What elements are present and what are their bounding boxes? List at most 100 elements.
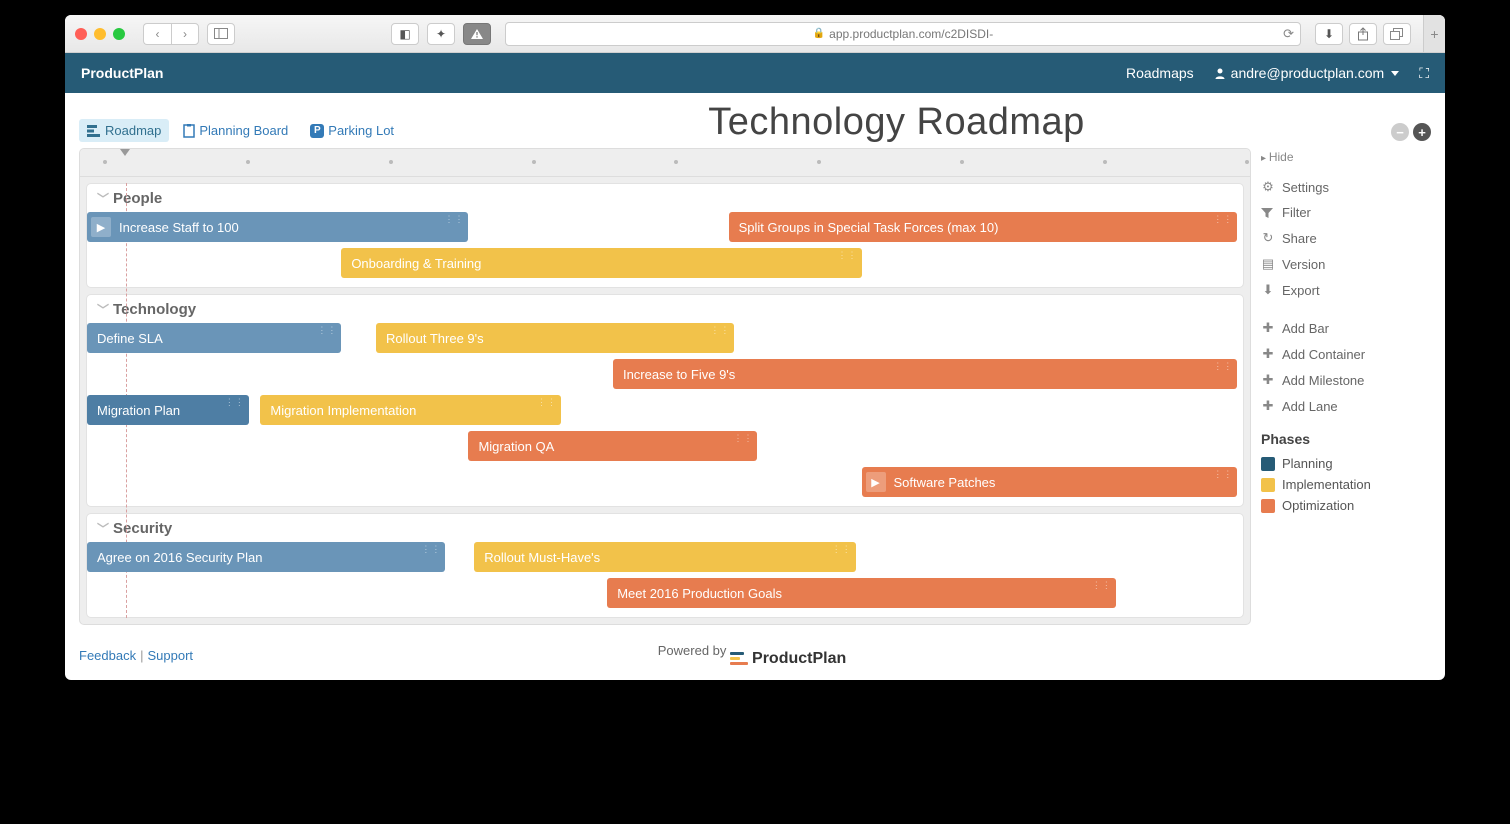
lane: ﹀Security Agree on 2016 Security Plan⋮⋮ Ro… [86,513,1244,618]
roadmap-bar[interactable]: Increase to Five 9's⋮⋮ [613,359,1237,389]
zoom-out-button[interactable]: − [1391,123,1409,141]
roadmap-bar[interactable]: Migration Plan ⋮⋮ [87,395,249,425]
logo-bars-icon [730,652,748,665]
toolbar-warning-button[interactable] [463,23,491,45]
drag-grip-icon[interactable]: ⋮⋮ [1213,469,1233,480]
panel-add-milestone[interactable]: ✚Add Milestone [1261,367,1431,393]
roadmap-bar[interactable]: Onboarding & Training⋮⋮ [341,248,861,278]
close-window-icon[interactable] [75,28,87,40]
panel-filter[interactable]: Filter [1261,200,1431,225]
panel-export[interactable]: ⬇Export [1261,277,1431,303]
tab-parking-lot[interactable]: P Parking Lot [302,119,402,142]
roadmap-bar[interactable]: Migration QA⋮⋮ [468,431,757,461]
user-menu[interactable]: andre@productplan.com [1214,65,1400,81]
share-button[interactable] [1349,23,1377,45]
new-tab-button[interactable]: + [1423,15,1445,52]
lane-header[interactable]: ﹀Security [87,514,1243,539]
productplan-logo[interactable]: ProductPlan [730,650,846,668]
drag-grip-icon[interactable]: ⋮⋮ [1092,580,1112,591]
user-email: andre@productplan.com [1231,65,1385,81]
bar-label: Split Groups in Special Task Forces (max… [739,220,999,235]
minimize-window-icon[interactable] [94,28,106,40]
timeline-ticks [80,149,1250,177]
back-button[interactable]: ‹ [143,23,171,45]
phases-heading: Phases [1261,431,1431,447]
panel-add-bar[interactable]: ✚Add Bar [1261,315,1431,341]
roadmap-bar[interactable]: Rollout Three 9's ⋮⋮ [376,323,734,353]
forward-button[interactable]: › [171,23,199,45]
content: Roadmap Planning Board P Parking Lot Tec… [65,93,1445,635]
roadmap-bar[interactable]: Agree on 2016 Security Plan⋮⋮ [87,542,445,572]
board-icon [183,124,195,138]
traffic-lights [75,28,125,40]
bar-label: Migration Implementation [270,403,416,418]
sidebar-toggle-button[interactable] [207,23,235,45]
side-panel: Hide ⚙Settings Filter ↻Share ▤Version ⬇E… [1261,148,1431,625]
roadmap-bar[interactable]: ▶Increase Staff to 100⋮⋮ [87,212,468,242]
lane-row: Define SLA⋮⋮ Rollout Three 9's ⋮⋮ [87,322,1243,356]
panel-add-lane[interactable]: ✚Add Lane [1261,393,1431,419]
tabs-button[interactable] [1383,23,1411,45]
legend-planning[interactable]: Planning [1261,453,1431,474]
drag-grip-icon[interactable]: ⋮⋮ [317,325,337,336]
roadmap-bar[interactable]: Meet 2016 Production Goals⋮⋮ [607,578,1116,608]
tab-roadmap[interactable]: Roadmap [79,119,169,142]
roadmap-bar[interactable]: Rollout Must-Have's⋮⋮ [474,542,855,572]
roadmap-bar[interactable]: Define SLA⋮⋮ [87,323,341,353]
panel-version[interactable]: ▤Version [1261,251,1431,277]
powered-by-label: Powered by [658,643,727,658]
drag-grip-icon[interactable]: ⋮⋮ [838,250,858,261]
brand[interactable]: ProductPlan [81,65,163,81]
roadmap-bar[interactable]: Split Groups in Special Task Forces (max… [729,212,1238,242]
roadmap-bar[interactable]: ▶Software Patches⋮⋮ [862,467,1238,497]
footer: Feedback | Support Powered by ProductPla… [65,635,1445,680]
tab-planning-board[interactable]: Planning Board [175,119,296,142]
page-title: Technology Roadmap [402,101,1391,144]
fullscreen-button[interactable]: ⛶ [1419,65,1429,82]
drag-grip-icon[interactable]: ⋮⋮ [444,214,464,225]
chevron-down-icon: ﹀ [97,301,109,318]
maximize-window-icon[interactable] [113,28,125,40]
drag-grip-icon[interactable]: ⋮⋮ [1213,361,1233,372]
lane-title: Security [113,520,172,537]
swatch-implementation [1261,478,1275,492]
panel-share[interactable]: ↻Share [1261,225,1431,251]
hide-panel-button[interactable]: Hide [1261,150,1431,164]
roadmap-bar[interactable]: Migration Implementation ⋮⋮ [260,395,561,425]
drag-grip-icon[interactable]: ⋮⋮ [537,397,557,408]
lane: ﹀Technology Define SLA⋮⋮ Rollout Three 9's… [86,294,1244,507]
swatch-optimization [1261,499,1275,513]
toolbar-button-2[interactable]: ✦ [427,23,455,45]
plus-icon: ✚ [1261,320,1275,336]
lane-header[interactable]: ﹀Technology [87,295,1243,320]
filter-icon [1261,207,1275,219]
toolbar-button-1[interactable]: ◧ [391,23,419,45]
lane-row: Meet 2016 Production Goals⋮⋮ [87,577,1243,611]
drag-grip-icon[interactable]: ⋮⋮ [421,544,441,555]
legend-optimization[interactable]: Optimization [1261,495,1431,516]
zoom-in-button[interactable]: + [1413,123,1431,141]
drag-grip-icon[interactable]: ⋮⋮ [710,325,730,336]
legend-implementation[interactable]: Implementation [1261,474,1431,495]
drag-grip-icon[interactable]: ⋮⋮ [1213,214,1233,225]
drag-grip-icon[interactable]: ⋮⋮ [733,433,753,444]
url-bar[interactable]: 🔒 app.productplan.com/c2DISDI- ⟳ [505,22,1301,46]
lane-title: People [113,190,162,207]
drag-grip-icon[interactable]: ⋮⋮ [832,544,852,555]
lane-header[interactable]: ﹀People [87,184,1243,209]
reload-icon[interactable]: ⟳ [1283,26,1294,42]
browser-window: ‹ › ◧ ✦ 🔒 app.productplan.com/c2DISDI- ⟳… [65,15,1445,680]
bar-label: Rollout Three 9's [386,331,484,346]
swatch-planning [1261,457,1275,471]
footer-feedback[interactable]: Feedback [79,648,136,663]
nav-roadmaps[interactable]: Roadmaps [1126,65,1194,81]
user-icon [1214,67,1226,79]
expand-bar-icon[interactable]: ▶ [866,472,886,492]
expand-bar-icon[interactable]: ▶ [91,217,111,237]
drag-grip-icon[interactable]: ⋮⋮ [225,397,245,408]
bar-label: Migration Plan [97,403,180,418]
downloads-button[interactable]: ⬇ [1315,23,1343,45]
footer-support[interactable]: Support [147,648,193,663]
panel-settings[interactable]: ⚙Settings [1261,174,1431,200]
panel-add-container[interactable]: ✚Add Container [1261,341,1431,367]
